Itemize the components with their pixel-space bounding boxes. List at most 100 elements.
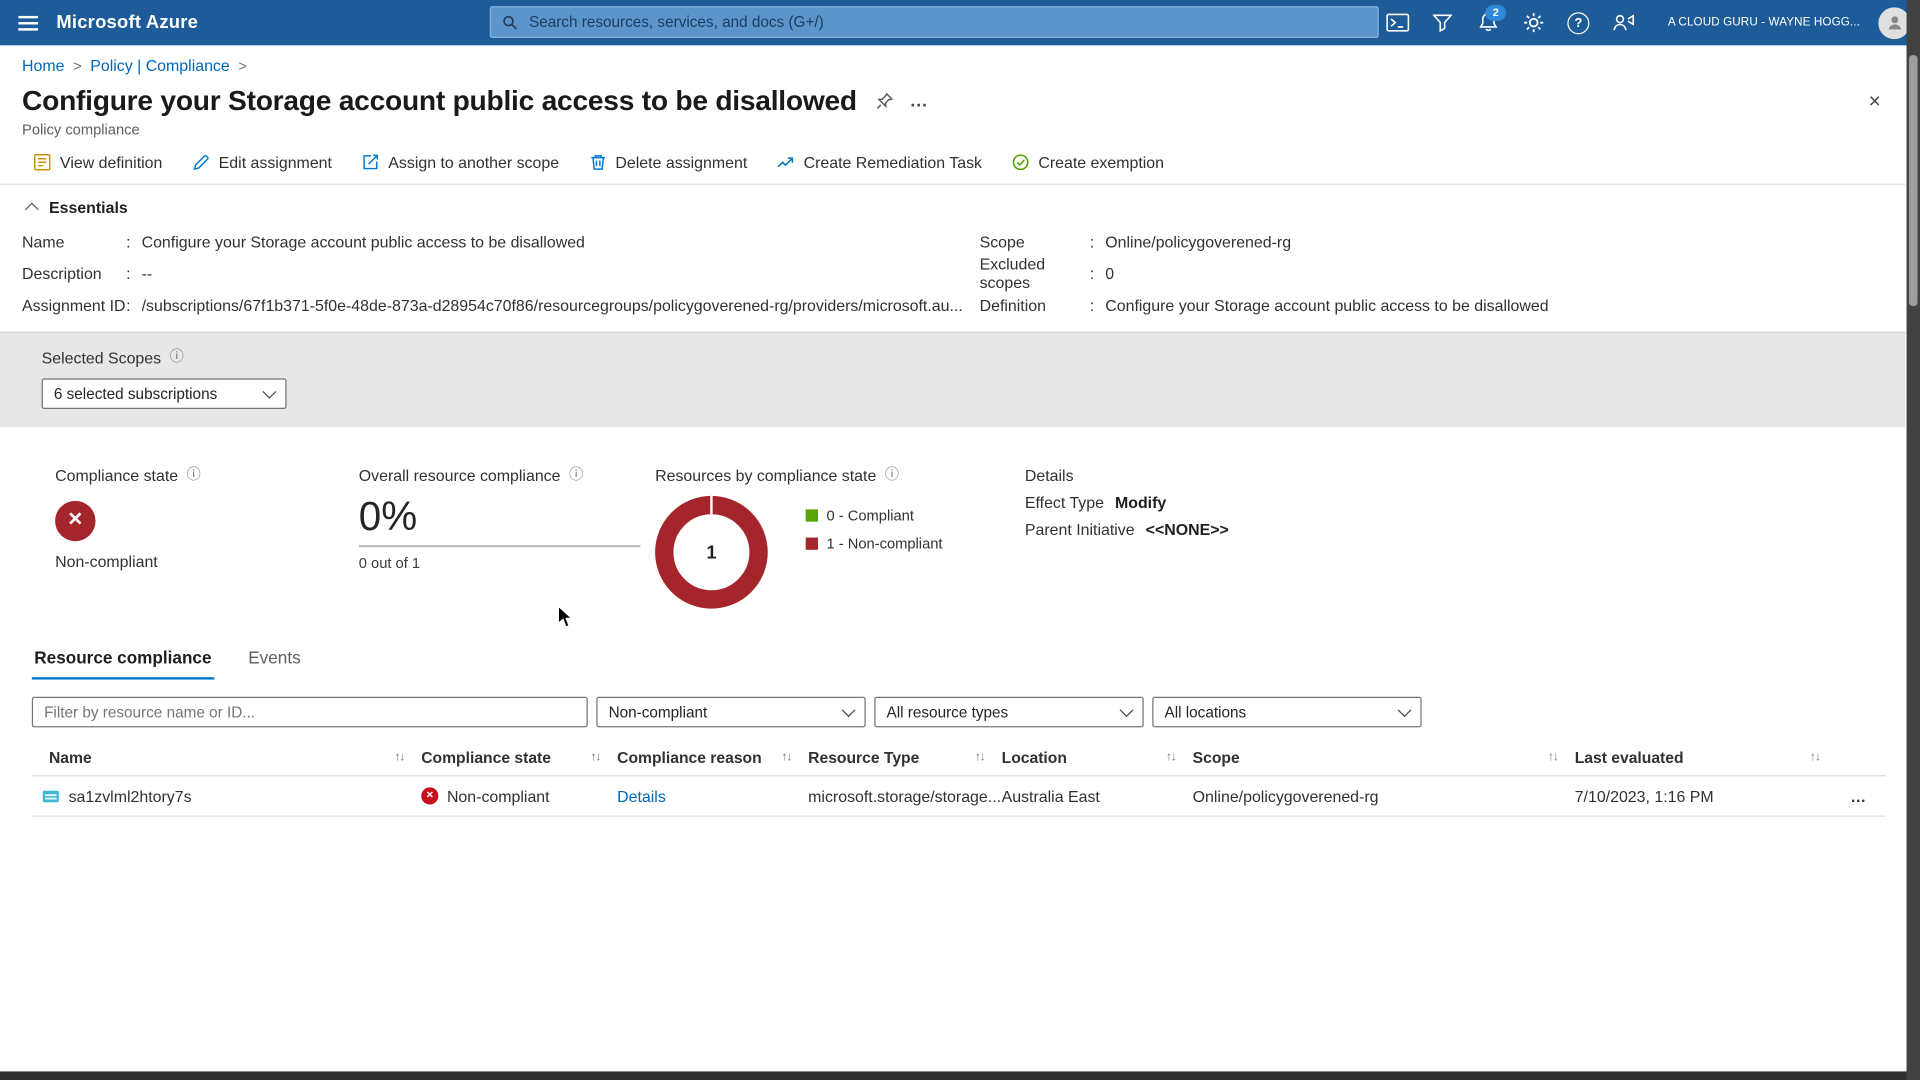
- scrollbar-thumb[interactable]: [1909, 55, 1918, 306]
- tab-events[interactable]: Events: [246, 640, 303, 679]
- search-input[interactable]: [527, 12, 1367, 32]
- feedback-icon[interactable]: [1605, 4, 1642, 41]
- compliance-state-widget: Compliance state ⓘ Non-compliant: [55, 467, 359, 609]
- command-label: View definition: [60, 153, 162, 171]
- sort-icon[interactable]: ↑↓: [1166, 750, 1176, 763]
- vertical-scrollbar[interactable]: [1907, 0, 1920, 1080]
- command-bar: View definition Edit assignment Assign t…: [0, 138, 1905, 185]
- essentials-title: Essentials: [49, 198, 128, 216]
- view-definition-button[interactable]: View definition: [20, 148, 176, 176]
- tab-resource-compliance[interactable]: Resource compliance: [32, 640, 214, 679]
- breadcrumb-separator: [238, 58, 247, 75]
- sort-icon[interactable]: ↑↓: [1810, 750, 1820, 763]
- details-widget: Details Effect Type Modify Parent Initia…: [1025, 467, 1905, 609]
- assign-to-another-scope-button[interactable]: Assign to another scope: [348, 148, 573, 176]
- legend-item-non-compliant: 1 - Non-compliant: [806, 535, 943, 552]
- locations-dropdown-value: All locations: [1164, 703, 1246, 720]
- trash-icon: [588, 153, 606, 171]
- brand-title: Microsoft Azure: [56, 12, 198, 33]
- notifications-icon[interactable]: 2: [1469, 4, 1506, 41]
- essentials-row-description: Description --: [22, 257, 980, 289]
- donut-notch: [710, 496, 712, 514]
- essentials-collapse-toggle[interactable]: Essentials: [22, 192, 1883, 225]
- essentials-section: Essentials Name Configure your Storage a…: [0, 185, 1905, 332]
- sort-icon[interactable]: ↑↓: [1548, 750, 1558, 763]
- essentials-row-assignment-id: Assignment ID /subscriptions/67f1b371-5f…: [22, 289, 980, 321]
- command-label: Delete assignment: [615, 153, 747, 171]
- column-header-last-evaluated[interactable]: Last evaluated↑↓: [1575, 748, 1837, 766]
- delete-assignment-button[interactable]: Delete assignment: [575, 148, 761, 176]
- settings-gear-icon[interactable]: [1515, 4, 1552, 41]
- resource-types-dropdown-value: All resource types: [887, 703, 1009, 720]
- essentials-value: /subscriptions/67f1b371-5f0e-48de-873a-d…: [142, 296, 963, 314]
- sort-icon[interactable]: ↑↓: [781, 750, 791, 763]
- info-icon: ⓘ: [885, 469, 899, 483]
- essentials-label: Definition: [980, 296, 1090, 314]
- essentials-row-name: Name Configure your Storage account publ…: [22, 225, 980, 257]
- compliance-progress-bar: [359, 545, 641, 547]
- resources-by-compliance-state-widget: Resources by compliance state ⓘ 1 0 - Co…: [655, 467, 1025, 609]
- column-header-location[interactable]: Location↑↓: [1002, 748, 1193, 766]
- hamburger-menu-icon[interactable]: [0, 0, 56, 45]
- compliance-widgets: Compliance state ⓘ Non-compliant Overall…: [0, 427, 1905, 638]
- selected-scopes-value: 6 selected subscriptions: [54, 385, 217, 402]
- create-remediation-task-button[interactable]: Create Remediation Task: [763, 148, 995, 176]
- cell-compliance-reason: Details: [617, 787, 808, 805]
- avatar[interactable]: [1878, 7, 1910, 39]
- legend-label: 0 - Compliant: [827, 507, 914, 524]
- cell-last-evaluated: 7/10/2023, 1:16 PM: [1575, 787, 1837, 805]
- column-header-compliance-reason[interactable]: Compliance reason↑↓: [617, 748, 808, 766]
- table-row[interactable]: sa1zvlml2htory7s Non-compliant Details m…: [32, 776, 1886, 816]
- legend-swatch-non-compliant: [806, 538, 818, 550]
- directory-filter-icon[interactable]: [1424, 4, 1461, 41]
- cell-compliance-state: Non-compliant: [421, 787, 617, 805]
- detail-row-effect-type: Effect Type Modify: [1025, 493, 1905, 511]
- help-icon[interactable]: ?: [1560, 4, 1597, 41]
- sort-icon[interactable]: ↑↓: [590, 750, 600, 763]
- essentials-value: Online/policygoverened-rg: [1105, 232, 1291, 250]
- overall-compliance-percent: 0%: [359, 493, 655, 540]
- details-link[interactable]: Details: [617, 787, 666, 805]
- essentials-label: Description: [22, 264, 126, 282]
- column-header-compliance-state[interactable]: Compliance state↑↓: [421, 748, 617, 766]
- column-header-resource-type[interactable]: Resource Type↑↓: [808, 748, 1001, 766]
- resource-types-dropdown[interactable]: All resource types: [874, 697, 1143, 728]
- sort-icon[interactable]: ↑↓: [394, 750, 404, 763]
- non-compliant-x-icon: [421, 787, 438, 804]
- compliance-state-dropdown[interactable]: Non-compliant: [596, 697, 865, 728]
- breadcrumb-policy-link[interactable]: Policy | Compliance: [90, 56, 229, 74]
- detail-label: Parent Initiative: [1025, 520, 1135, 538]
- pin-icon[interactable]: [875, 92, 893, 110]
- row-more-options-icon[interactable]: …: [1837, 787, 1886, 805]
- selected-scopes-label: Selected Scopes: [42, 349, 161, 367]
- cloud-shell-icon[interactable]: [1379, 4, 1416, 41]
- topbar-right-icons: 2 ? A CLOUD GURU - WAYNE HOGG...: [1379, 4, 1920, 41]
- selected-scopes-dropdown[interactable]: 6 selected subscriptions: [42, 378, 287, 409]
- compliance-state-title: Compliance state: [55, 467, 178, 485]
- cell-name: sa1zvlml2htory7s: [32, 787, 421, 805]
- essentials-label: Name: [22, 232, 126, 250]
- global-search[interactable]: [490, 6, 1379, 38]
- by-state-title: Resources by compliance state: [655, 467, 876, 485]
- storage-account-icon: [42, 787, 60, 805]
- create-exemption-button[interactable]: Create exemption: [998, 148, 1178, 176]
- column-header-name[interactable]: Name↑↓: [32, 748, 421, 766]
- detail-row-parent-initiative: Parent Initiative <<NONE>>: [1025, 520, 1905, 538]
- column-header-scope[interactable]: Scope↑↓: [1193, 748, 1575, 766]
- account-tenant-label[interactable]: A CLOUD GURU - WAYNE HOGG...: [1668, 16, 1860, 29]
- top-bar: Microsoft Azure 2 ?: [0, 0, 1920, 45]
- close-icon[interactable]: ×: [1869, 91, 1881, 112]
- assign-scope-icon: [361, 153, 379, 171]
- breadcrumb-home-link[interactable]: Home: [22, 56, 64, 74]
- resource-name[interactable]: sa1zvlml2htory7s: [69, 787, 192, 805]
- locations-dropdown[interactable]: All locations: [1152, 697, 1421, 728]
- cell-resource-type: microsoft.storage/storage...: [808, 787, 1001, 805]
- essentials-value: Configure your Storage account public ac…: [142, 232, 585, 250]
- more-options-icon[interactable]: …: [910, 91, 928, 112]
- view-definition-icon: [33, 153, 51, 171]
- resource-filter-input[interactable]: [32, 697, 588, 728]
- edit-pencil-icon: [192, 153, 210, 171]
- edit-assignment-button[interactable]: Edit assignment: [178, 148, 345, 176]
- sort-icon[interactable]: ↑↓: [975, 750, 985, 763]
- selected-scopes-band: Selected Scopes ⓘ 6 selected subscriptio…: [0, 332, 1905, 428]
